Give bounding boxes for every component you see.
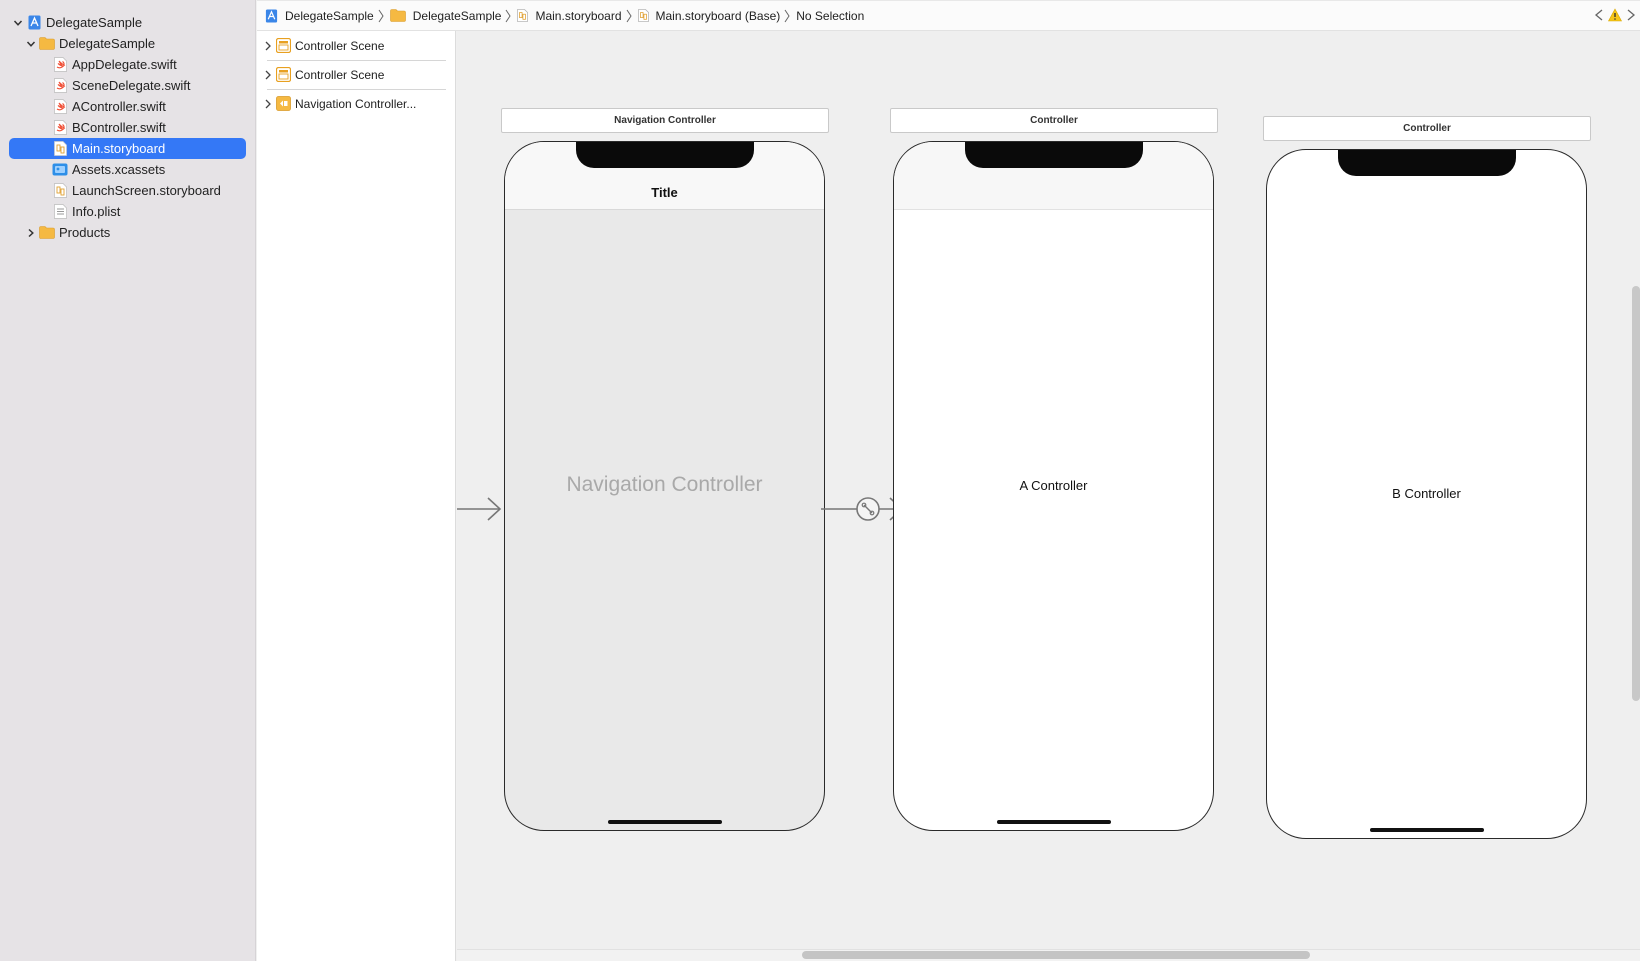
navigation-controller-scene-icon bbox=[276, 96, 291, 111]
navigation-bar-title: Title bbox=[651, 185, 678, 200]
group-name: DelegateSample bbox=[59, 36, 156, 51]
a-controller-scene[interactable]: A Controller bbox=[893, 141, 1214, 831]
chevron-right-icon[interactable] bbox=[1626, 8, 1636, 22]
issue-navigation bbox=[1594, 8, 1636, 22]
swift-file-icon bbox=[54, 99, 67, 114]
breadcrumb-project[interactable]: DelegateSample bbox=[265, 9, 374, 23]
chevron-right-icon[interactable] bbox=[263, 98, 273, 110]
project-root-row[interactable]: DelegateSample bbox=[9, 12, 246, 33]
outline-scene-label: Controller Scene bbox=[295, 39, 385, 53]
file-row-assets[interactable]: Assets.xcassets bbox=[9, 159, 246, 180]
breadcrumb-label: DelegateSample bbox=[412, 8, 502, 23]
scene-title-label: Controller bbox=[1403, 123, 1451, 134]
breadcrumb-file[interactable]: Main.storyboard bbox=[517, 8, 622, 23]
breadcrumb-selection[interactable]: No Selection bbox=[796, 9, 864, 23]
storyboard-file-icon bbox=[54, 141, 67, 156]
breadcrumb-label: DelegateSample bbox=[285, 8, 374, 23]
scene-title-label: Navigation Controller bbox=[614, 115, 716, 126]
chevron-left-icon[interactable] bbox=[1594, 8, 1604, 22]
file-label: Info.plist bbox=[72, 204, 121, 219]
file-row-infoplist[interactable]: Info.plist bbox=[9, 201, 246, 222]
scene-dock-navigation-controller[interactable]: Navigation Controller bbox=[501, 108, 829, 133]
warning-icon[interactable] bbox=[1608, 8, 1622, 22]
device-notch bbox=[964, 142, 1143, 168]
horizontal-scrollbar[interactable] bbox=[802, 951, 1310, 959]
storyboard-file-icon bbox=[54, 183, 67, 198]
outline-scene-label: Controller Scene bbox=[295, 68, 385, 82]
file-label: Main.storyboard bbox=[72, 141, 166, 156]
chevron-right-icon bbox=[626, 9, 632, 23]
navigation-controller-scene[interactable]: Title Navigation Controller bbox=[504, 141, 825, 831]
jump-bar: DelegateSample DelegateSample Main.story… bbox=[257, 0, 1640, 31]
asset-catalog-icon bbox=[52, 163, 68, 176]
project-name: DelegateSample bbox=[46, 15, 143, 30]
a-controller-label[interactable]: A Controller bbox=[894, 478, 1213, 493]
folder-icon bbox=[389, 9, 406, 22]
file-label: AController.swift bbox=[72, 99, 166, 114]
breadcrumb-label: No Selection bbox=[796, 8, 865, 23]
breadcrumb-label: Main.storyboard (Base) bbox=[655, 8, 781, 23]
storyboard-file-icon bbox=[637, 9, 649, 22]
view-controller-scene-icon bbox=[276, 38, 291, 53]
chevron-right-icon bbox=[378, 9, 384, 23]
file-row-appdelegate[interactable]: AppDelegate.swift bbox=[9, 54, 246, 75]
device-notch bbox=[575, 142, 754, 168]
horizontal-scrollbar-track bbox=[457, 949, 1640, 961]
chevron-right-icon bbox=[505, 9, 512, 23]
initial-view-controller-arrow[interactable] bbox=[457, 495, 505, 523]
home-indicator bbox=[607, 820, 722, 824]
swift-file-icon bbox=[54, 120, 67, 135]
chevron-down-icon[interactable] bbox=[12, 17, 24, 29]
breadcrumb-label: Main.storyboard bbox=[535, 8, 622, 23]
file-label: LaunchScreen.storyboard bbox=[72, 183, 221, 198]
swift-file-icon bbox=[54, 78, 67, 93]
folder-icon bbox=[39, 226, 55, 239]
project-navigator: DelegateSample DelegateSample AppDelegat… bbox=[0, 0, 256, 961]
chevron-down-icon[interactable] bbox=[25, 38, 37, 50]
chevron-right-icon bbox=[784, 9, 790, 23]
breadcrumb-localization[interactable]: Main.storyboard (Base) bbox=[637, 8, 781, 23]
group-row-products[interactable]: Products bbox=[9, 222, 246, 243]
vertical-scrollbar[interactable] bbox=[1632, 286, 1640, 701]
home-indicator bbox=[1369, 828, 1484, 832]
outline-scene-label: Navigation Controller... bbox=[295, 97, 417, 111]
file-label: SceneDelegate.swift bbox=[72, 78, 191, 93]
products-label: Products bbox=[59, 225, 111, 240]
file-row-acontroller[interactable]: AController.swift bbox=[9, 96, 246, 117]
file-row-launchscreen[interactable]: LaunchScreen.storyboard bbox=[9, 180, 246, 201]
home-indicator bbox=[996, 820, 1111, 824]
chevron-right-icon[interactable] bbox=[263, 69, 273, 81]
storyboard-canvas[interactable]: Navigation Controller Title Navigation C… bbox=[457, 31, 1640, 961]
file-row-main-storyboard[interactable]: Main.storyboard bbox=[9, 138, 246, 159]
document-outline: Controller Scene Controller Scene Naviga… bbox=[257, 31, 456, 961]
outline-scene-row[interactable]: Controller Scene bbox=[257, 31, 456, 61]
device-notch bbox=[1337, 150, 1516, 176]
chevron-right-icon[interactable] bbox=[25, 227, 37, 239]
chevron-right-icon[interactable] bbox=[263, 40, 273, 52]
outline-scene-row[interactable]: Navigation Controller... bbox=[257, 89, 456, 119]
plist-file-icon bbox=[54, 204, 67, 219]
outline-scene-row[interactable]: Controller Scene bbox=[257, 60, 456, 90]
scene-title-label: Controller bbox=[1030, 115, 1078, 126]
file-row-scenedelegate[interactable]: SceneDelegate.swift bbox=[9, 75, 246, 96]
file-label: AppDelegate.swift bbox=[72, 57, 177, 72]
file-row-bcontroller[interactable]: BController.swift bbox=[9, 117, 246, 138]
xcode-project-icon bbox=[265, 8, 278, 23]
folder-icon bbox=[39, 37, 55, 50]
file-label: BController.swift bbox=[72, 120, 166, 135]
scene-dock-b-controller[interactable]: Controller bbox=[1263, 116, 1591, 141]
swift-file-icon bbox=[54, 57, 67, 72]
xcode-project-icon bbox=[28, 15, 41, 30]
view-controller-scene-icon bbox=[276, 67, 291, 82]
breadcrumb-group[interactable]: DelegateSample bbox=[389, 8, 502, 23]
relationship-segue-arrow[interactable] bbox=[821, 495, 903, 523]
b-controller-scene[interactable]: B Controller bbox=[1266, 149, 1587, 839]
group-row[interactable]: DelegateSample bbox=[9, 33, 246, 54]
scene-placeholder-label: Navigation Controller bbox=[566, 473, 763, 496]
b-controller-label[interactable]: B Controller bbox=[1267, 486, 1586, 501]
storyboard-file-icon bbox=[517, 9, 529, 22]
file-label: Assets.xcassets bbox=[72, 162, 166, 177]
scene-dock-a-controller[interactable]: Controller bbox=[890, 108, 1218, 133]
